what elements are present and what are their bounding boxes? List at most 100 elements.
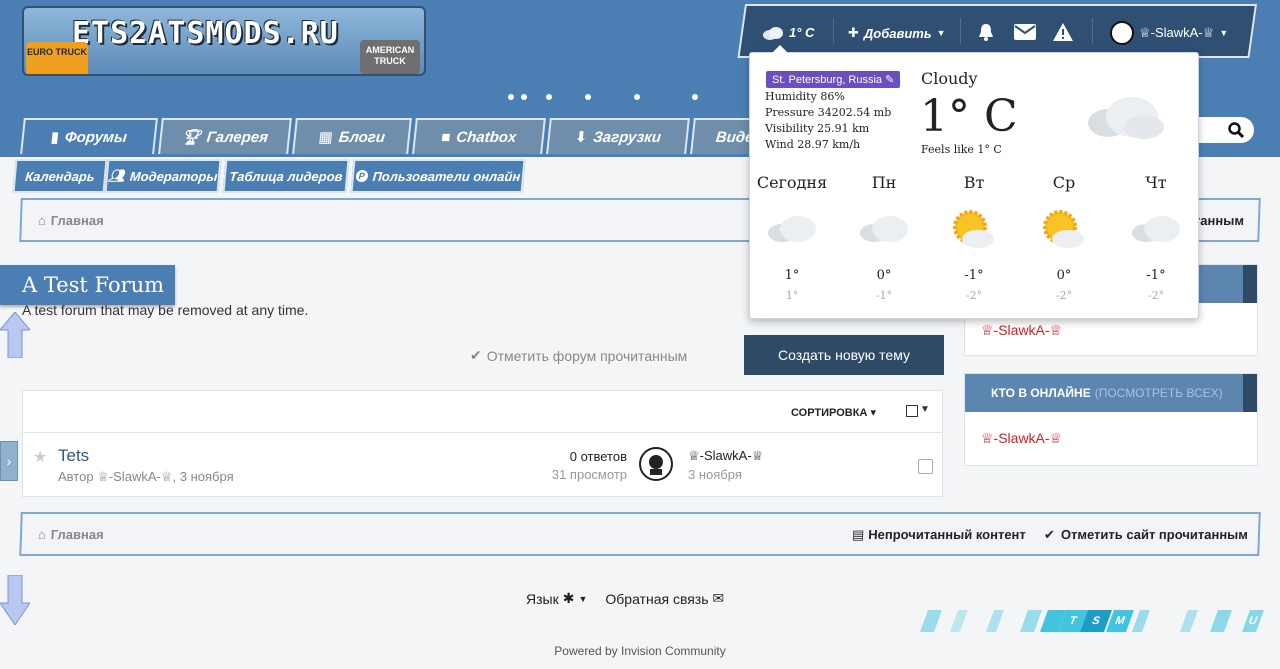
tab-forums[interactable]: ▮ Форумы	[20, 118, 158, 154]
weather-temp: 1° C	[789, 25, 815, 40]
select-all-checkbox[interactable]	[906, 405, 918, 417]
caret-down-icon[interactable]: ▼	[920, 404, 930, 415]
day-name: Пн	[871, 173, 897, 192]
day-low: 1°	[785, 289, 799, 302]
day-low: -2°	[1147, 289, 1165, 302]
forum-description: A test forum that may be removed at any …	[22, 302, 309, 318]
subtab-moderators[interactable]: 👥︎ Модераторы	[104, 159, 222, 193]
cloud-icon	[842, 200, 926, 258]
mark-forum-read-label: Отметить форум прочитанным	[486, 347, 688, 364]
topic-meta: Автор ♕-SlawkA-♕, 3 ноября	[58, 469, 234, 484]
user-link[interactable]: ♕-SlawkA-♕	[981, 322, 1062, 339]
tab-label: Блоги	[337, 128, 387, 146]
last-poster-link[interactable]: ♕-SlawkA-♕	[688, 448, 763, 464]
search-input[interactable]	[1190, 117, 1254, 143]
topic-select-checkbox[interactable]	[918, 459, 933, 474]
envelope-icon: ✉	[712, 590, 725, 606]
weather-condition: Cloudy	[921, 69, 978, 88]
forecast-day: Вт -1° -2°	[932, 173, 1016, 302]
decorative-strips: T S M U	[919, 610, 1274, 636]
forecast-day: Пн 0° -1°	[842, 173, 926, 302]
topic-title-link[interactable]: Tets	[58, 446, 89, 466]
chevron-right-icon: ›	[6, 453, 12, 469]
day-high: 0°	[876, 268, 892, 283]
language-label: Язык	[526, 590, 559, 607]
unread-content-link[interactable]: ▤ Непрочитанный контент	[852, 527, 1026, 543]
warning-icon	[1053, 23, 1073, 41]
scroll-up-arrow-icon[interactable]	[0, 311, 32, 359]
day-low: -2°	[1055, 289, 1073, 302]
powered-by: Powered by Invision Community	[554, 644, 726, 658]
create-topic-button[interactable]: Создать новую тему	[744, 335, 944, 375]
day-name: Вт	[963, 173, 985, 192]
star-icon[interactable]: ★	[33, 447, 47, 467]
view-count: 31 просмотр	[551, 467, 627, 482]
feedback-link[interactable]: Обратная связь ✉	[605, 590, 724, 607]
plus-icon: ✚	[848, 25, 859, 40]
online-user-link[interactable]: ♕-SlawkA-♕	[981, 430, 1062, 447]
breadcrumb-bottom: ⌂ Главная ▤ Непрочитанный контент ✔ Отме…	[19, 512, 1261, 556]
reply-count: 0 ответов	[569, 449, 627, 464]
check-icon: ✔	[1043, 527, 1056, 542]
add-label: Добавить	[863, 25, 932, 41]
forum-title: A Test Forum	[0, 265, 175, 305]
day-low: -2°	[965, 289, 983, 302]
topic-list-header: СОРТИРОВКА ▾ ▼	[23, 391, 942, 433]
messages-button[interactable]	[1014, 24, 1036, 40]
tab-chatbox[interactable]: ■ Chatbox	[412, 118, 546, 154]
add-button[interactable]: ✚ Добавить ▼	[848, 25, 946, 41]
notifications-button[interactable]	[976, 22, 996, 42]
bell-icon	[979, 24, 993, 41]
tab-label: Загрузки	[592, 128, 662, 146]
check-icon: ✔	[470, 347, 482, 363]
cloud-icon	[1114, 200, 1198, 258]
cloud-icon	[1086, 93, 1166, 144]
side-panel-toggle[interactable]: ›	[0, 441, 18, 481]
feedback-label: Обратная связь	[605, 590, 709, 607]
topic-date: 3 ноября	[179, 469, 234, 484]
weather-popup: St. Petersburg, Russia ✎ Humidity 86% Pr…	[749, 45, 1199, 319]
trophy-icon: 🏆︎	[180, 129, 202, 146]
tab-blogs[interactable]: ▦ Блоги	[292, 118, 412, 154]
forecast-day: Ср 0° -2°	[1022, 173, 1106, 302]
caret-down-icon: ▼	[578, 593, 588, 604]
table-row: ★ Tets Автор ♕-SlawkA-♕, 3 ноября 0 отве…	[23, 433, 942, 497]
tab-label: Chatbox	[455, 128, 518, 146]
site-logo[interactable]: ETS2ATSMODS.RU EURO TRUCK AMERICAN TRUCK	[22, 6, 426, 76]
day-name: Сегодня	[756, 173, 828, 192]
location-badge[interactable]: St. Petersburg, Russia ✎	[766, 71, 901, 88]
avatar[interactable]	[639, 447, 673, 481]
feels-like: Feels like 1° C	[921, 143, 1002, 156]
subtab-label: Пользователи онлайн	[371, 168, 522, 184]
pressure: Pressure 34202.54 mb	[765, 106, 892, 119]
tab-downloads[interactable]: ⬇ Загрузки	[546, 118, 690, 154]
newspaper-icon: ▤	[851, 527, 865, 542]
subtab-online-users[interactable]: P Пользователи онлайн	[350, 159, 526, 193]
tab-label: Галерея	[205, 128, 269, 146]
mark-site-read-label: Отметить сайт прочитанным	[1060, 527, 1249, 542]
breadcrumb-home-label: Главная	[50, 527, 104, 542]
breadcrumb-home[interactable]: ⌂ Главная	[38, 213, 104, 228]
sort-button[interactable]: СОРТИРОВКА ▾	[791, 406, 876, 419]
tab-gallery[interactable]: 🏆︎ Галерея	[158, 118, 292, 154]
subtab-label: Таблица лидеров	[228, 168, 344, 184]
mark-forum-read-link[interactable]: ✔ Отметить форум прочитанным	[470, 347, 687, 364]
scroll-down-arrow-icon[interactable]	[0, 574, 31, 626]
sun-cloud-icon	[1022, 200, 1106, 258]
topic-list: СОРТИРОВКА ▾ ▼ ★ Tets Автор ♕-SlawkA-♕, …	[22, 390, 943, 497]
envelope-icon	[1014, 24, 1036, 40]
user-menu[interactable]: ♕-SlawkA-♕ ▼	[1110, 21, 1228, 45]
breadcrumb-home[interactable]: ⌂ Главная	[38, 527, 104, 542]
author-link[interactable]: ♕-SlawkA-♕	[97, 469, 172, 484]
view-all-link[interactable]: (ПОСМОТРЕТЬ ВСЕХ)	[1095, 386, 1223, 400]
mark-site-read-link[interactable]: ✔ Отметить сайт прочитанным	[1043, 527, 1249, 543]
location-label: St. Petersburg, Russia	[772, 74, 883, 86]
weather-button[interactable]: 1° C	[762, 25, 814, 40]
day-name: Чт	[1145, 173, 1167, 192]
calendar-icon: ▦	[317, 129, 334, 146]
subtab-calendar[interactable]: Календарь	[12, 159, 108, 193]
language-selector[interactable]: Язык ✱ ▼	[526, 590, 587, 607]
reports-button[interactable]	[1052, 22, 1074, 42]
mark-site-read-link[interactable]: танным	[1194, 213, 1245, 228]
subtab-leaderboard[interactable]: Таблица лидеров	[222, 159, 350, 193]
